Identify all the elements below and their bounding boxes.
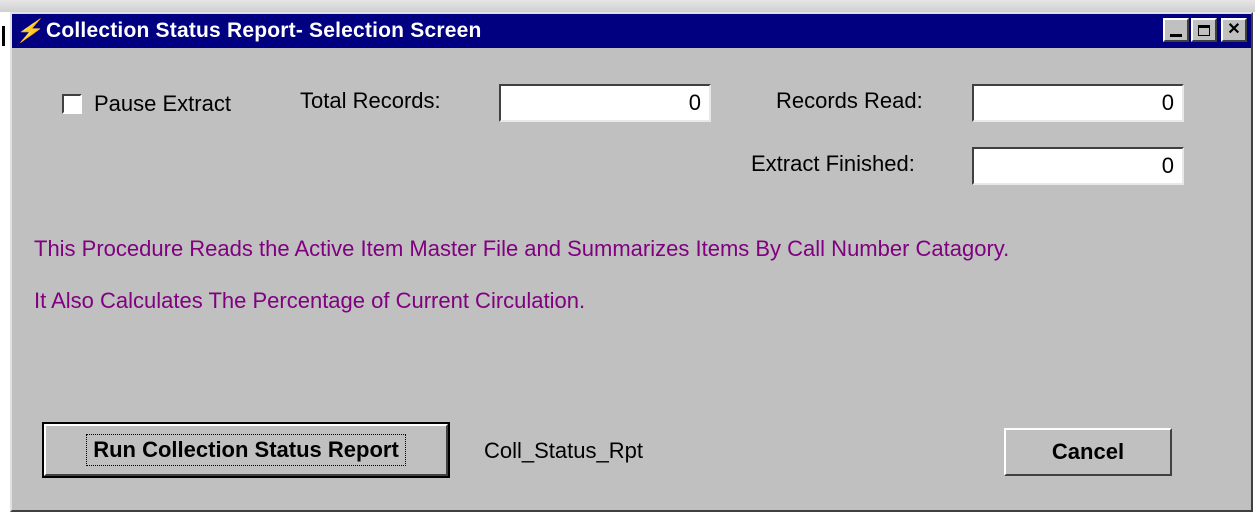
pause-extract-checkbox[interactable]: [62, 94, 82, 114]
close-button[interactable]: ✕: [1221, 18, 1247, 42]
extract-finished-label: Extract Finished:: [751, 151, 915, 176]
description-line-2: It Also Calculates The Percentage of Cur…: [34, 288, 586, 313]
minimize-icon: [1170, 33, 1182, 37]
extract-finished-field[interactable]: 0: [972, 147, 1184, 185]
run-report-label: Run Collection Status Report: [86, 434, 406, 466]
title-bar[interactable]: ⚡ Collection Status Report- Selection Sc…: [12, 14, 1251, 48]
lightning-icon: ⚡: [15, 18, 43, 43]
total-records-label: Total Records:: [300, 88, 441, 113]
maximize-icon: [1198, 24, 1210, 36]
procedure-name: Coll_Status_Rpt: [484, 438, 643, 463]
edge-marker: [2, 26, 5, 46]
cancel-button[interactable]: Cancel: [1004, 428, 1172, 476]
background-strip: [0, 0, 1255, 12]
description-line-1: This Procedure Reads the Active Item Mas…: [34, 236, 1010, 261]
background-left-edge: [0, 12, 10, 514]
run-report-button[interactable]: Run Collection Status Report: [42, 422, 450, 478]
dialog-window: ⚡ Collection Status Report- Selection Sc…: [10, 12, 1253, 512]
records-read-field[interactable]: 0: [972, 84, 1184, 122]
records-read-label: Records Read:: [776, 88, 923, 113]
window-title: Collection Status Report- Selection Scre…: [46, 19, 482, 42]
window-controls: ✕: [1163, 18, 1247, 42]
total-records-field[interactable]: 0: [499, 84, 711, 122]
maximize-button[interactable]: [1191, 18, 1217, 42]
close-icon: ✕: [1227, 21, 1241, 38]
minimize-button[interactable]: [1163, 18, 1189, 42]
pause-extract-label[interactable]: Pause Extract: [94, 91, 231, 117]
